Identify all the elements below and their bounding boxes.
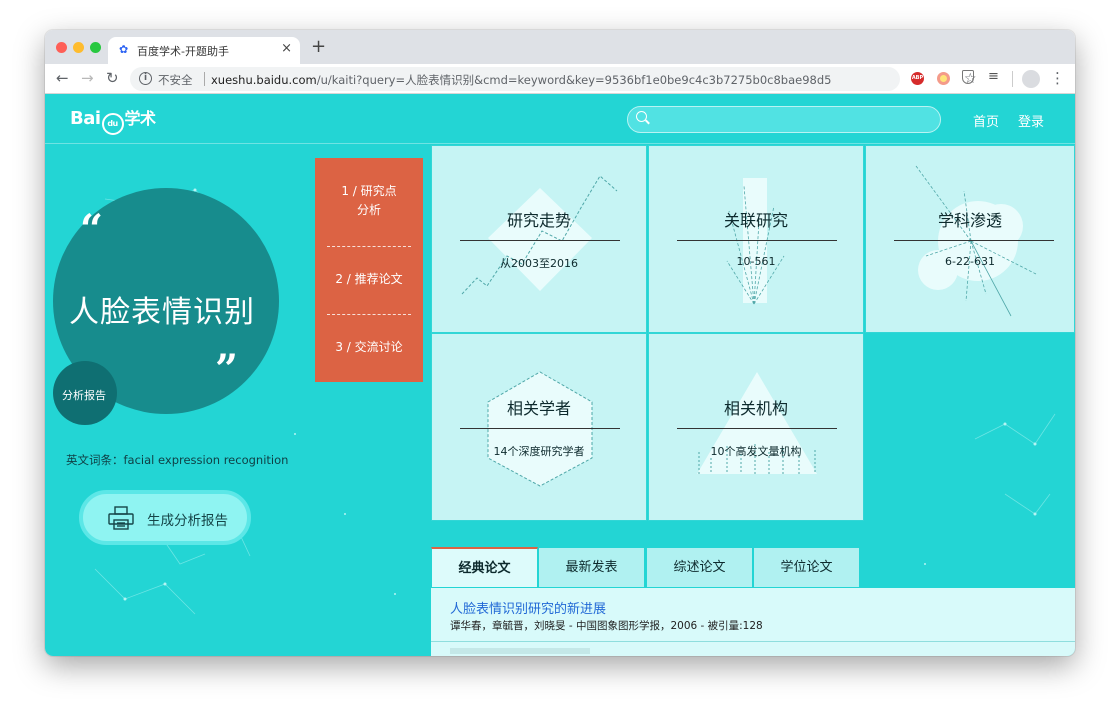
card-divider [460,428,620,429]
browser-tab-bar: ✿ 百度学术-开题助手 × + [45,30,1075,64]
logo-paw-text: du [101,113,124,135]
tab-classic-papers[interactable]: 经典论文 [431,547,538,588]
list-item[interactable] [450,648,590,654]
tab-title: 百度学术-开题助手 [137,45,229,58]
card-divider [460,240,620,241]
tab-review-papers[interactable]: 综述论文 [646,547,753,588]
url-input[interactable]: i 不安全 xueshu.baidu.com/u/kaiti?query=人脸表… [130,67,977,91]
new-tab-button[interactable]: + [311,37,326,57]
card-subtitle: 10-561 [736,255,776,268]
paper-meta: 谭华春，章毓晋，刘晓旻 - 中国图象图形学报，2006 - 被引量:128 [450,620,763,632]
card-subtitle: 14个深度研究学者 [493,445,585,458]
card-subtitle: 10个高发文量机构 [710,445,802,458]
search-input[interactable] [627,106,941,133]
back-arrow-icon[interactable]: ← [56,69,69,87]
search-icon[interactable] [636,111,647,122]
browser-tab[interactable]: ✿ 百度学术-开题助手 × [108,37,300,64]
card-divider [677,428,837,429]
security-label: 不安全 [158,73,193,87]
logo-text: Bai [70,108,101,129]
close-quote-icon: ” [215,346,239,393]
browser-menu-icon[interactable]: ⋮ [1050,69,1065,87]
tab-close-icon[interactable]: × [281,41,292,56]
maximize-window-button[interactable] [90,42,101,53]
step-label: 2 / 推荐论文 [335,272,403,286]
card-subtitle: 从2003至2016 [500,257,578,270]
english-term: 英文词条：facial expression recognition [66,453,289,467]
list-divider [431,641,1075,642]
card-related-scholars[interactable]: 相关学者 14个深度研究学者 [431,333,647,521]
address-bar-row: ← → ↻ i 不安全 xueshu.baidu.com/u/kaiti?que… [45,64,1075,94]
minimize-window-button[interactable] [73,42,84,53]
extension-list-icon[interactable]: ≡ [988,70,1002,84]
step-divider [327,314,411,315]
card-title: 关联研究 [723,211,788,230]
forward-arrow-icon[interactable]: → [81,69,94,87]
url-text: xueshu.baidu.com/u/kaiti?query=人脸表情识别&cm… [211,72,831,88]
open-quote-icon: “ [80,206,104,253]
tab-thesis-papers[interactable]: 学位论文 [753,547,860,588]
step-navigator: 1 / 研究点 分析 2 / 推荐论文 3 / 交流讨论 [315,158,423,382]
reload-icon[interactable]: ↻ [106,69,119,87]
step-divider [327,246,411,247]
baidu-paw-icon: ✿ [119,43,129,56]
step-recommended-papers[interactable]: 2 / 推荐论文 [315,270,423,289]
card-research-trend[interactable]: 研究走势 从2003至2016 [431,145,647,333]
tab-latest-papers[interactable]: 最新发表 [538,547,645,588]
step-research-analysis[interactable]: 1 / 研究点 分析 [315,182,423,220]
card-discipline-penetration[interactable]: 学科渗透 6-22-631 [865,145,1075,333]
step-label-line2: 分析 [356,203,381,217]
step-discussion[interactable]: 3 / 交流讨论 [315,338,423,357]
generate-report-label: 生成分析报告 [147,513,228,529]
card-related-research[interactable]: 关联研究 10-561 [648,145,864,333]
browser-window: ✿ 百度学术-开题助手 × + ← → ↻ i 不安全 xueshu.baidu… [45,30,1075,656]
card-title: 学科渗透 [937,211,1002,230]
card-title: 研究走势 [506,211,571,230]
generate-report-button[interactable]: 生成分析报告 [79,490,251,545]
baidu-xueshu-logo[interactable]: Bai du 学术 [70,106,156,135]
adblock-extension-icon[interactable]: ABP [911,72,924,85]
close-window-button[interactable] [56,42,67,53]
info-icon[interactable]: i [139,72,152,85]
paper-tabs: 经典论文 最新发表 综述论文 学位论文 [431,547,861,588]
card-title: 相关机构 [723,399,788,418]
step-label: 3 / 交流讨论 [335,340,403,354]
printer-icon [108,506,134,530]
report-tag-label: 分析报告 [62,389,106,402]
step-label: 1 / 研究点 [341,184,397,198]
url-host: xueshu.baidu.com [211,73,317,87]
card-related-institutions[interactable]: 相关机构 10个高发文量机构 [648,333,864,521]
card-subtitle: 6-22-631 [945,255,995,268]
card-divider [894,240,1054,241]
extension-ring-icon[interactable] [937,72,950,85]
logo-text-xueshu: 学术 [124,109,157,128]
profile-avatar[interactable] [1022,70,1040,88]
nav-login-link[interactable]: 登录 [1018,111,1044,130]
divider [1012,71,1013,87]
paper-list: 人脸表情识别研究的新进展 谭华春，章毓晋，刘晓旻 - 中国图象图形学报，2006… [431,588,1075,656]
paper-title-link[interactable]: 人脸表情识别研究的新进展 [450,598,606,617]
card-title: 相关学者 [506,399,571,418]
topic-title: 人脸表情识别 [69,295,255,330]
site-header: Bai du 学术 首页 登录 [45,94,1075,144]
card-divider [677,240,837,241]
page-content: Bai du 学术 首页 登录 “ 人脸表情识别 ” 分析报告 英文词条：facia… [45,94,1075,656]
divider [204,72,205,86]
extension-shield-icon[interactable] [962,70,974,84]
url-path: /u/kaiti?query=人脸表情识别&cmd=keyword&key=95… [316,73,832,87]
nav-home-link[interactable]: 首页 [973,111,999,130]
